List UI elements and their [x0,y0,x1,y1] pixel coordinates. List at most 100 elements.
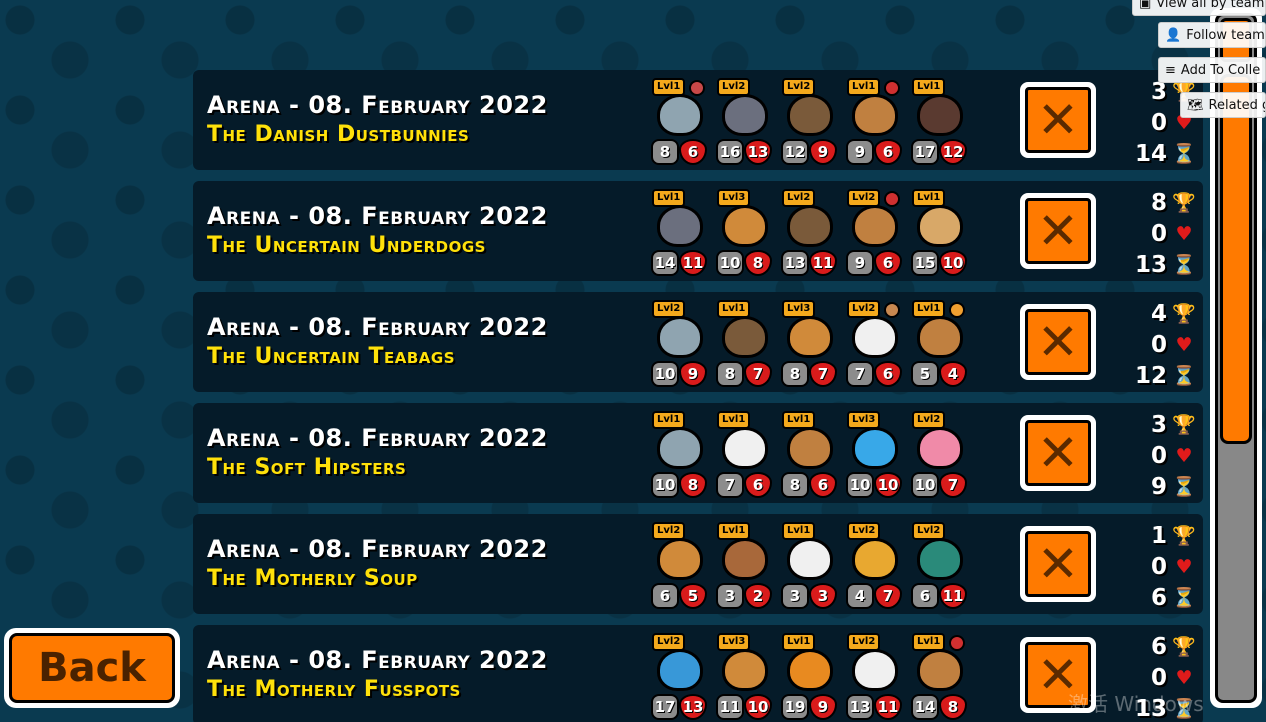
pet-turkey[interactable]: Lvl2 13 11 [779,187,839,279]
health-value: 13 [679,694,707,720]
list-add-icon: ≡ [1165,62,1176,78]
pet-fish[interactable]: Lvl3 10 10 [844,409,904,501]
add-to-collection-button[interactable]: ≡ Add To Colle [1158,57,1266,83]
pet-bat[interactable]: Lvl1 14 11 [649,187,709,279]
health-value: 10 [874,472,902,498]
health-value: 9 [809,694,837,720]
pet-shark[interactable]: Lvl2 10 9 [649,298,709,390]
pet-horse[interactable]: Lvl3 11 10 [714,631,774,722]
attack-value: 13 [846,694,874,720]
follow-team-button[interactable]: 👤 Follow team [1158,22,1266,48]
shark-icon [657,316,703,358]
lives-count: 0 [1150,553,1167,580]
team-name: The Motherly Fusspots [207,677,461,702]
pet-turkey[interactable]: Lvl2 12 9 [779,76,839,168]
pet-peacock[interactable]: Lvl2 6 11 [909,520,969,612]
pet-horse[interactable]: Lvl3 10 8 [714,187,774,279]
team-name: The Danish Dustbunnies [207,122,470,147]
cross-icon: ✕ [1037,535,1079,593]
pet-giraffe[interactable]: Lvl2 4 7 [844,520,904,612]
health-value: 11 [874,694,902,720]
turkey-icon [787,94,833,136]
battle-stats: 1 🏆 0 ♥ 6 ⏳ [1135,520,1205,613]
attack-value: 4 [846,583,874,609]
scrollbar-thumb[interactable] [1220,74,1252,444]
pet-flamingo[interactable]: Lvl2 10 7 [909,409,969,501]
pet-stats: 15 10 [911,250,969,276]
battle-info: Arena - 08. February 2022 The Soft Hipste… [207,423,548,483]
pet-sheep[interactable]: Lvl2 7 6 [844,298,904,390]
health-value: 8 [679,472,707,498]
back-button[interactable]: Back [4,628,180,708]
arena-date: Arena - 08. February 2022 [207,424,548,452]
attack-value: 14 [651,250,679,276]
attack-value: 12 [781,139,809,165]
pet-horse[interactable]: Lvl3 8 7 [779,298,839,390]
add-to-collection-label: Add To Colle [1180,62,1261,78]
lives-count: 0 [1150,109,1167,136]
pet-turkey[interactable]: Lvl1 8 7 [714,298,774,390]
result-loss-button[interactable]: ✕ [1020,415,1096,491]
health-value: 12 [939,139,967,165]
pet-sheep[interactable]: Lvl1 3 3 [779,520,839,612]
horse-icon [657,538,703,580]
result-loss-button[interactable]: ✕ [1020,526,1096,602]
related-games-label: Related g [1208,97,1266,113]
pet-deer[interactable]: Lvl1 8 6 [779,409,839,501]
pet-shark[interactable]: Lvl1 10 8 [649,409,709,501]
result-loss-button[interactable]: ✕ [1020,304,1096,380]
attack-value: 15 [911,250,939,276]
deer-icon [787,427,833,469]
pet-deer[interactable]: Lvl1 9 6 [844,76,904,168]
pet-dolphin[interactable]: Lvl2 17 13 [649,631,709,722]
pet-otter[interactable]: Lvl1 3 2 [714,520,774,612]
pet-stats: 87 [716,361,774,387]
health-value: 7 [874,583,902,609]
pet-tiger[interactable]: Lvl1 19 9 [779,631,839,722]
flamingo-icon [917,427,963,469]
held-item-icon [884,302,900,318]
team-name: The Soft Hipsters [207,455,407,480]
attack-value: 17 [651,694,679,720]
attack-value: 10 [911,472,939,498]
related-games-button[interactable]: 🗺 Related g [1180,92,1266,118]
pet-boar[interactable]: Lvl1 17 12 [909,76,969,168]
trophy-icon: 🏆 [1172,303,1196,325]
pet-stats: 96 [846,250,904,276]
result-loss-button[interactable]: ✕ [1020,193,1096,269]
sheep-icon [722,427,768,469]
view-all-by-team-button[interactable]: ▣ View all by team [1132,0,1266,16]
attack-value: 3 [781,583,809,609]
attack-value: 6 [911,583,939,609]
deer-icon [917,649,963,691]
battle-stats: 4 🏆 0 ♥ 12 ⏳ [1135,298,1205,391]
turkey-icon [787,205,833,247]
attack-value: 8 [716,361,744,387]
health-value: 6 [874,139,902,165]
battle-row: Arena - 08. February 2022 The Uncertain U… [193,181,1203,281]
pet-sheep[interactable]: Lvl2 13 11 [844,631,904,722]
pet-bat[interactable]: Lvl2 16 13 [714,76,774,168]
attack-value: 16 [716,139,744,165]
pet-snail[interactable]: Lvl1 15 10 [909,187,969,279]
hourglass-icon: ⏳ [1172,143,1196,165]
turkey-icon [722,316,768,358]
pet-horse[interactable]: Lvl2 6 5 [649,520,709,612]
pet-deer[interactable]: Lvl1 5 4 [909,298,969,390]
health-value: 9 [809,139,837,165]
deer-icon [917,316,963,358]
pet-deer[interactable]: Lvl1 14 8 [909,631,969,722]
held-item-icon [949,635,965,651]
wins-count: 3 [1150,411,1167,438]
result-loss-button[interactable]: ✕ [1020,82,1096,158]
wins-count: 6 [1150,633,1167,660]
pet-sheep[interactable]: Lvl1 7 6 [714,409,774,501]
giraffe-icon [852,538,898,580]
cross-icon: ✕ [1037,91,1079,149]
pet-deer[interactable]: Lvl2 9 6 [844,187,904,279]
pet-stats: 12 9 [781,139,839,165]
pet-stats: 16 13 [716,139,774,165]
health-value: 11 [939,583,967,609]
hourglass-icon: ⏳ [1172,587,1196,609]
pet-shark[interactable]: Lvl1 8 6 [649,76,709,168]
